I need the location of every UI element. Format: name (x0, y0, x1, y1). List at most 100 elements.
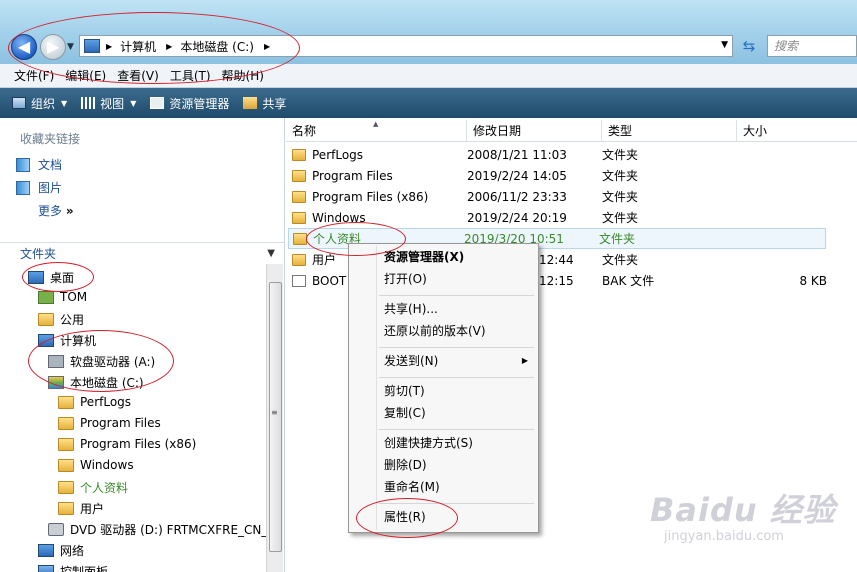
views-button[interactable]: 视图 ▼ (81, 95, 136, 112)
menu-item-open[interactable]: 打开(O) (349, 268, 538, 290)
folder-icon (292, 148, 306, 161)
favorite-pictures[interactable]: 图片 (16, 179, 62, 196)
menu-item-label: 发送到(N) (384, 354, 439, 368)
share-label: 共享 (262, 96, 287, 111)
tree-item-public[interactable]: 公用 (38, 311, 84, 328)
explorer-button[interactable]: 资源管理器 (150, 95, 229, 112)
menu-tools[interactable]: 工具(T) (170, 67, 211, 84)
command-toolbar: 组织 ▼ 视图 ▼ 资源管理器 共享 (0, 88, 857, 118)
file-date: 2019/2/24 14:05 (467, 168, 567, 183)
back-button[interactable]: ◀ (11, 34, 37, 60)
tree-label: Program Files (80, 416, 161, 430)
folder-icon (58, 502, 74, 515)
column-size[interactable]: 大小 (737, 120, 857, 141)
recent-pages-dropdown[interactable]: ▼ (67, 42, 74, 52)
menu-item-create-shortcut[interactable]: 创建快捷方式(S) (349, 432, 538, 454)
favorite-label: 图片 (38, 181, 63, 195)
tree-item-dvd[interactable]: DVD 驱动器 (D:) FRTMCXFRE_CN_I (48, 521, 271, 538)
favorite-documents[interactable]: 文档 (16, 156, 62, 173)
baidu-watermark: Baidu 经验 jingyan.baidu.com (650, 485, 836, 544)
views-icon (81, 97, 96, 109)
menu-item-properties[interactable]: 属性(R) (349, 506, 538, 528)
breadcrumb-arrow-icon[interactable]: ▶ (166, 42, 172, 51)
address-bar[interactable]: ▶ 计算机 ▶ 本地磁盘 (C:) ▶ ▼ (79, 35, 733, 57)
table-row[interactable]: Program Files (x86) 2006/11/2 23:33 文件夹 (292, 186, 828, 207)
tree-item-users[interactable]: 用户 (58, 500, 104, 517)
tree-item-program-files[interactable]: Program Files (58, 416, 161, 430)
menu-item-cut[interactable]: 剪切(T) (349, 380, 538, 402)
tree-item-network[interactable]: 网络 (38, 542, 84, 559)
file-date: 2019/2/24 20:19 (467, 210, 567, 225)
column-headers: 名称 修改日期 类型 大小 ▲ (286, 120, 857, 142)
breadcrumb-computer[interactable]: 计算机 (120, 38, 156, 55)
tree-item-program-files-x86[interactable]: Program Files (x86) (58, 437, 196, 451)
tree-item-control-panel[interactable]: 控制面板 (38, 563, 108, 572)
organize-button[interactable]: 组织 ▼ (12, 95, 67, 112)
scrollbar-thumb[interactable] (269, 282, 282, 552)
column-date-modified[interactable]: 修改日期 (467, 120, 602, 141)
floppy-drive-icon (48, 355, 64, 368)
menu-item-delete[interactable]: 删除(D) (349, 454, 538, 476)
control-panel-icon (38, 565, 54, 572)
folder-icon (58, 481, 74, 494)
forward-button[interactable]: ▶ (40, 34, 66, 60)
search-input[interactable]: 搜索 (767, 35, 857, 57)
file-date: 2006/11/2 23:33 (467, 189, 567, 204)
more-label: 更多 (38, 204, 63, 218)
share-button[interactable]: 共享 (243, 95, 286, 112)
table-row[interactable]: Program Files 2019/2/24 14:05 文件夹 (292, 165, 828, 186)
tree-label: Program Files (x86) (80, 437, 197, 451)
folder-icon (292, 169, 306, 182)
tree-item-tom[interactable]: TOM (38, 290, 87, 304)
context-menu: 资源管理器(X) 打开(O) 共享(H)... 还原以前的版本(V) 发送到(N… (348, 243, 539, 533)
share-icon (243, 97, 258, 109)
breadcrumb-arrow-icon[interactable]: ▶ (106, 42, 112, 51)
file-type: BAK 文件 (602, 274, 655, 288)
folders-label: 文件夹 (20, 247, 57, 261)
tree-scrollbar[interactable]: ≡ (266, 264, 283, 572)
file-name: PerfLogs (312, 147, 364, 162)
menu-separator (379, 429, 534, 430)
tree-item-local-disk[interactable]: 本地磁盘 (C:) (48, 374, 144, 391)
breadcrumb-local-disk[interactable]: 本地磁盘 (C:) (180, 38, 254, 55)
tree-item-floppy[interactable]: 软盘驱动器 (A:) (48, 353, 155, 370)
computer-icon (38, 334, 54, 347)
menu-item-copy[interactable]: 复制(C) (349, 402, 538, 424)
tree-item-desktop[interactable]: 桌面 (28, 269, 74, 286)
table-row[interactable]: PerfLogs 2008/1/21 11:03 文件夹 (292, 144, 828, 165)
menu-separator (379, 377, 534, 378)
double-chevron-icon: » (65, 204, 74, 218)
file-icon (292, 274, 306, 287)
watermark-url: jingyan.baidu.com (664, 529, 784, 544)
menu-item-explorer[interactable]: 资源管理器(X) (349, 246, 538, 268)
menu-item-rename[interactable]: 重命名(M) (349, 476, 538, 498)
file-date: 2008/1/21 11:03 (467, 147, 567, 162)
tree-label: Windows (80, 458, 134, 472)
menu-item-share[interactable]: 共享(H)... (349, 298, 538, 320)
folder-icon (38, 313, 54, 326)
more-favorites-link[interactable]: 更多 » (38, 202, 74, 219)
documents-icon (16, 157, 30, 172)
folders-header[interactable]: 文件夹 ▼ (0, 242, 285, 264)
tree-item-personal-data[interactable]: 个人资料 (58, 479, 128, 496)
column-type[interactable]: 类型 (602, 120, 737, 141)
address-dropdown-icon[interactable]: ▼ (721, 40, 728, 50)
folder-icon (292, 253, 306, 266)
tree-label: 公用 (60, 313, 85, 327)
tree-item-computer[interactable]: 计算机 (38, 332, 96, 349)
menu-item-send-to[interactable]: 发送到(N) ▶ (349, 350, 538, 372)
tree-label: 网络 (60, 544, 85, 558)
favorites-header: 收藏夹链接 (20, 132, 81, 146)
tree-item-windows[interactable]: Windows (58, 458, 134, 472)
menu-separator (379, 503, 534, 504)
menu-file[interactable]: 文件(F) (14, 67, 54, 84)
menu-item-restore-previous[interactable]: 还原以前的版本(V) (349, 320, 538, 342)
refresh-button[interactable]: ⇆ (737, 36, 761, 56)
tree-item-perflogs[interactable]: PerfLogs (58, 395, 131, 409)
chevron-down-icon[interactable]: ▼ (267, 243, 275, 265)
menu-view[interactable]: 查看(V) (117, 67, 159, 84)
breadcrumb-arrow-icon[interactable]: ▶ (264, 42, 270, 51)
menu-help[interactable]: 帮助(H) (222, 67, 264, 84)
menu-edit[interactable]: 编辑(E) (65, 67, 106, 84)
table-row[interactable]: Windows 2019/2/24 20:19 文件夹 (292, 207, 828, 228)
